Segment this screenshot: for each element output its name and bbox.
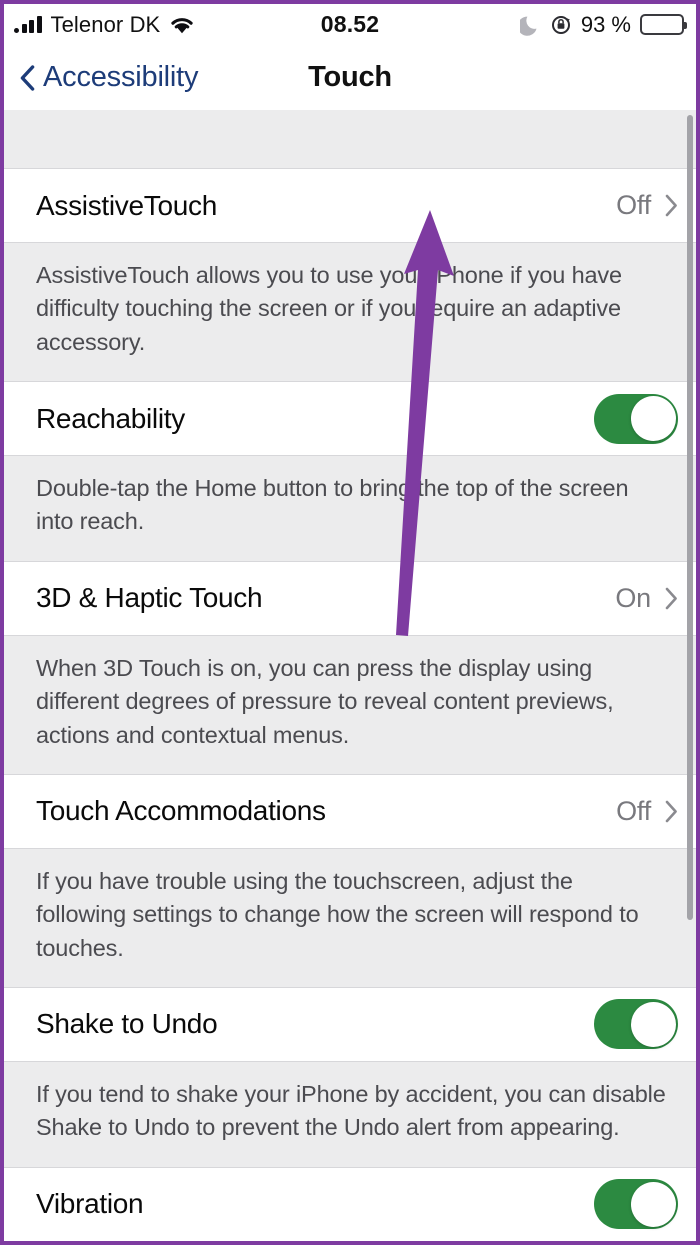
toggle-shake-to-undo[interactable] bbox=[594, 999, 678, 1050]
section-footer-assistivetouch: AssistiveTouch allows you to use your iP… bbox=[4, 243, 696, 382]
settings-list[interactable]: AssistiveTouch Off AssistiveTouch allows… bbox=[4, 110, 696, 1241]
row-value: Off bbox=[616, 795, 651, 826]
battery-low-power-icon bbox=[640, 14, 687, 35]
row-label: Reachability bbox=[36, 402, 185, 434]
list-top-spacer bbox=[4, 110, 696, 168]
row-label: AssistiveTouch bbox=[36, 189, 217, 221]
row-value: Off bbox=[616, 190, 651, 220]
chevron-right-icon bbox=[665, 587, 678, 610]
settings-row-assistivetouch[interactable]: AssistiveTouch Off bbox=[4, 168, 696, 243]
row-value: On bbox=[615, 582, 651, 613]
chevron-right-icon bbox=[665, 800, 678, 823]
toggle-reachability[interactable] bbox=[594, 393, 678, 444]
section-footer-reachability: Double-tap the Home button to bring the … bbox=[4, 456, 696, 561]
navigation-bar: Accessibility Touch bbox=[4, 45, 696, 110]
settings-row-touch-accommodations[interactable]: Touch Accommodations Off bbox=[4, 773, 696, 849]
settings-row-shake-to-undo[interactable]: Shake to Undo bbox=[4, 986, 696, 1062]
moon-do-not-disturb-icon bbox=[519, 14, 541, 36]
chevron-left-icon bbox=[20, 64, 35, 91]
status-bar-right: 93 % bbox=[519, 11, 687, 38]
section-footer-3d-haptic-touch: When 3D Touch is on, you can press the d… bbox=[4, 635, 696, 774]
phone-screenshot: Telenor DK 08.52 93 % Accessibility Touc… bbox=[0, 0, 700, 1245]
row-label: 3D & Haptic Touch bbox=[36, 582, 263, 614]
section-footer-touch-accommodations: If you have trouble using the touchscree… bbox=[4, 848, 696, 987]
back-button-label: Accessibility bbox=[43, 61, 199, 93]
settings-row-vibration[interactable]: Vibration bbox=[4, 1166, 696, 1241]
chevron-right-icon bbox=[665, 194, 678, 217]
row-label: Vibration bbox=[36, 1188, 144, 1220]
settings-row-3d-haptic-touch[interactable]: 3D & Haptic Touch On bbox=[4, 560, 696, 636]
row-label: Touch Accommodations bbox=[36, 795, 326, 827]
settings-row-reachability[interactable]: Reachability bbox=[4, 381, 696, 457]
section-footer-shake-to-undo: If you tend to shake your iPhone by acci… bbox=[4, 1061, 696, 1167]
battery-percent-label: 93 % bbox=[580, 11, 631, 37]
rotation-lock-icon bbox=[550, 14, 572, 36]
status-bar: Telenor DK 08.52 93 % bbox=[4, 4, 696, 45]
back-button-accessibility[interactable]: Accessibility bbox=[20, 61, 199, 94]
toggle-vibration[interactable] bbox=[594, 1179, 678, 1230]
row-label: Shake to Undo bbox=[36, 1008, 218, 1040]
